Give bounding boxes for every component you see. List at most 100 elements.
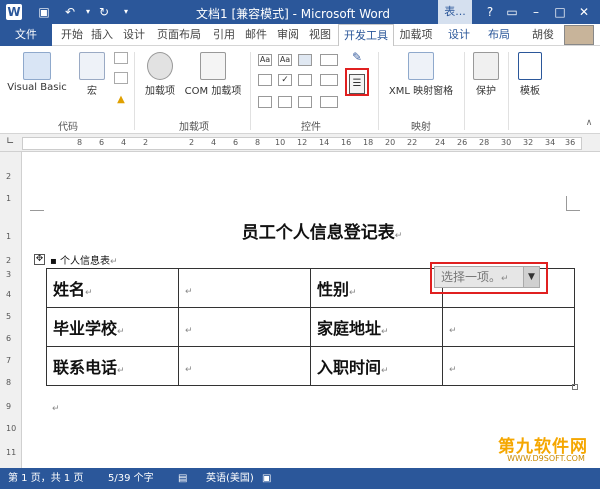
ruler-tick: 32 [523, 138, 534, 147]
group-separator [250, 52, 251, 130]
ribbon-display-icon[interactable]: ▭ [502, 2, 522, 22]
maximize-button[interactable]: □ [550, 2, 570, 22]
tab-references[interactable]: 引用 [210, 24, 238, 46]
horizontal-ruler[interactable]: 8 6 4 2 2 4 6 8 10 12 14 16 18 20 22 24 … [22, 137, 582, 150]
proofing-icon[interactable]: ▤ [178, 468, 187, 489]
combobox-control-icon[interactable] [298, 74, 312, 86]
vertical-ruler[interactable]: 2 1 1 2 3 4 5 6 7 8 9 10 11 [0, 152, 22, 468]
status-bar: 第 1 页，共 1 页 5/39 个字 ▤ 英语(美国) ▣ [0, 468, 600, 489]
tab-mailings[interactable]: 邮件 [242, 24, 270, 46]
table-cell-value[interactable]: ↵ [442, 346, 575, 386]
highlight-dropdown-control [430, 262, 548, 294]
xml-mapping-icon [408, 52, 434, 80]
minimize-button[interactable]: – [526, 2, 546, 22]
label-school: 毕业学校 [53, 319, 118, 338]
ruler-tick: 10 [6, 424, 17, 433]
tab-selector-icon[interactable]: ∟ [6, 136, 14, 147]
undo-icon[interactable]: ↶ [62, 4, 78, 20]
user-name[interactable]: 胡俊 [528, 24, 558, 46]
table-cell-label[interactable]: 性别↵ [310, 268, 443, 308]
redo-icon[interactable]: ↻ [96, 4, 112, 20]
table-cell-value[interactable]: ↵ [178, 307, 311, 347]
table-move-handle-icon[interactable]: ✥ [34, 254, 45, 265]
com-addins-button[interactable]: COM 加载项 [180, 52, 246, 97]
save-icon[interactable]: ▣ [36, 4, 52, 20]
tab-addins[interactable]: 加载项 [396, 24, 436, 46]
margin-corner-mark [566, 196, 567, 210]
document-page[interactable]: 员工个人信息登记表↵ ✥ ▪ 个人信息表↵ 姓名↵ ↵ 性别↵ 毕业学校↵ ↵ … [22, 152, 600, 468]
tab-file[interactable]: 文件 [0, 24, 52, 46]
help-icon[interactable]: ? [480, 2, 500, 22]
page-count[interactable]: 第 1 页，共 1 页 [8, 468, 83, 489]
pause-recording-icon[interactable] [114, 72, 128, 84]
visual-basic-button[interactable]: Visual Basic [4, 52, 70, 93]
tab-layout[interactable]: 页面布局 [152, 24, 206, 46]
language-indicator[interactable]: 英语(美国) [206, 468, 254, 489]
tab-review[interactable]: 审阅 [274, 24, 302, 46]
record-macro-icon[interactable] [114, 52, 128, 64]
table-cell-value[interactable]: ↵ [178, 268, 311, 308]
date-picker-control-icon[interactable] [258, 96, 272, 108]
plain-text-control-icon[interactable]: Aa [278, 54, 292, 66]
tab-home[interactable]: 开始 [58, 24, 86, 46]
ruler-tick: 24 [435, 138, 446, 147]
macro-record-icon[interactable]: ▣ [262, 468, 271, 489]
ruler-tick: 1 [6, 194, 12, 203]
close-button[interactable]: ✕ [574, 2, 594, 22]
picture-control-icon[interactable] [298, 54, 312, 66]
macro-security-icon[interactable]: ▲ [114, 94, 128, 105]
tab-design[interactable]: 设计 [120, 24, 148, 46]
ribbon-tab-row: 开始 插入 设计 页面布局 引用 邮件 审阅 视图 开发工具 加载项 设计 布局… [0, 24, 600, 70]
user-avatar[interactable] [564, 25, 594, 45]
customize-qat-icon[interactable]: ▾ [118, 4, 134, 20]
checkbox-control-icon[interactable]: ✓ [278, 74, 292, 86]
table-cell-label[interactable]: 毕业学校↵ [46, 307, 179, 347]
undo-dropdown-icon[interactable]: ▾ [80, 4, 96, 20]
design-mode-icon[interactable] [320, 54, 338, 66]
tab-table-design[interactable]: 设计 [444, 24, 474, 46]
word-count[interactable]: 5/39 个字 [108, 468, 154, 489]
word-icon: W [6, 4, 22, 20]
table-cell-value[interactable]: ↵ [178, 346, 311, 386]
table-cell-label[interactable]: 家庭地址↵ [310, 307, 443, 347]
addins-button[interactable]: 加载项 [140, 52, 180, 97]
tab-view[interactable]: 视图 [306, 24, 334, 46]
xml-mapping-pane-button[interactable]: XML 映射窗格 [382, 52, 460, 97]
ruler-tick: 20 [385, 138, 396, 147]
ruler-tick: 28 [479, 138, 490, 147]
document-template-icon [518, 52, 542, 80]
collapse-ribbon-icon[interactable]: ∧ [584, 118, 594, 128]
group-mapping-label: 映射 [411, 122, 431, 133]
protect-button[interactable]: 保护 [468, 52, 504, 97]
com-addins-icon [200, 52, 226, 80]
legacy-tools-icon[interactable] [298, 96, 312, 108]
group-code-label: 代码 [58, 122, 78, 133]
ruler-tick: 8 [77, 138, 83, 147]
building-block-control-icon[interactable] [258, 74, 272, 86]
table-cell-label[interactable]: 入职时间↵ [310, 346, 443, 386]
tab-developer[interactable]: 开发工具 [338, 24, 394, 46]
document-heading-text: 员工个人信息登记表 [241, 223, 395, 243]
macro-label: 宏 [87, 86, 97, 97]
label-phone: 联系电话 [53, 358, 118, 377]
ruler-tick: 11 [6, 448, 17, 457]
table-resize-handle-icon[interactable] [572, 384, 578, 390]
rich-text-control-icon[interactable]: Aa [258, 54, 272, 66]
table-cell-label[interactable]: 姓名↵ [46, 268, 179, 308]
ruler-tick: 4 [6, 290, 12, 299]
gear-icon [147, 52, 173, 80]
repeating-section-control-icon[interactable] [278, 96, 292, 108]
ruler-tick: 16 [341, 138, 352, 147]
site-watermark-url: WWW.D9SOFT.COM [507, 454, 585, 463]
tab-insert[interactable]: 插入 [88, 24, 116, 46]
design-pen-icon[interactable]: ✎ [349, 50, 365, 66]
group-controls-icon[interactable] [320, 96, 338, 108]
table-cell-value[interactable]: ↵ [442, 307, 575, 347]
tab-table-layout[interactable]: 布局 [484, 24, 514, 46]
table-cell-label[interactable]: 联系电话↵ [46, 346, 179, 386]
ruler-tick: 5 [6, 312, 12, 321]
properties-icon[interactable] [320, 74, 338, 86]
label-hire-date: 入职时间 [317, 358, 382, 377]
template-button[interactable]: 模板 [512, 52, 548, 97]
macro-button[interactable]: 宏 [76, 52, 108, 97]
